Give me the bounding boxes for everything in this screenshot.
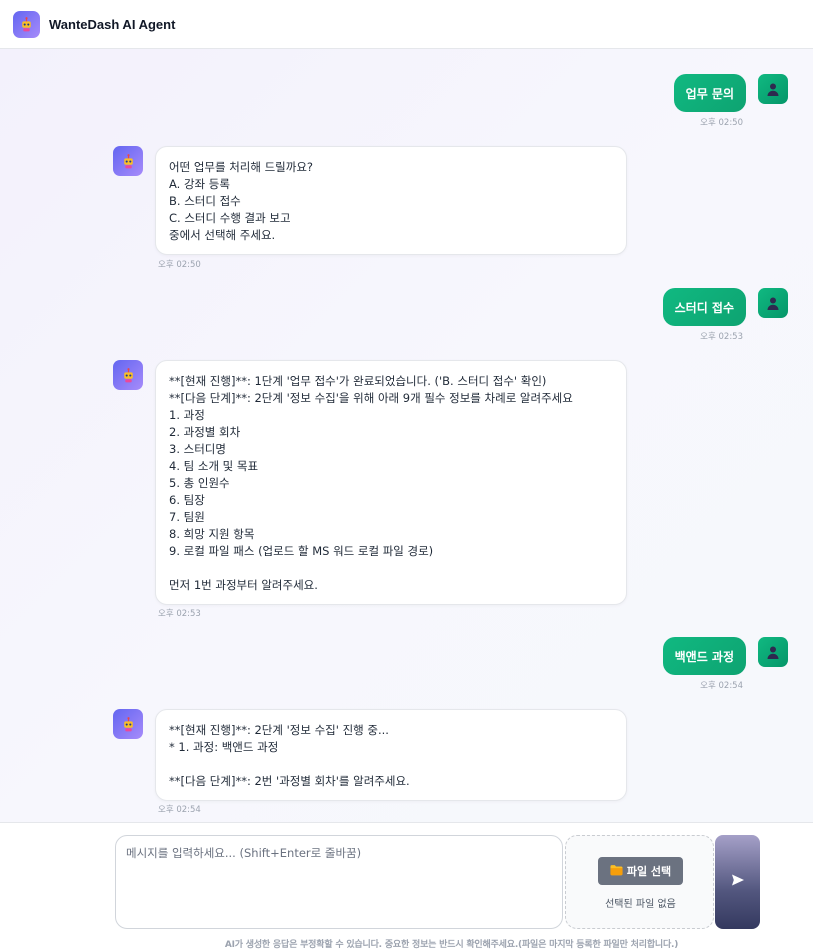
message-line: **[다음 단계]**: 2단계 '정보 수집'을 위해 아래 9개 필수 정보… (169, 391, 573, 405)
bot-message: **[현재 진행]**: 1단계 '업무 접수'가 완료되었습니다. ('B. … (155, 360, 627, 605)
message-timestamp: 오후 02:50 (700, 118, 743, 128)
bot-message: 어떤 업무를 처리해 드릴까요? A. 강좌 등록 B. 스터디 접수 C. 스… (155, 146, 627, 255)
message-line (169, 560, 614, 577)
message-line: C. 스터디 수행 결과 보고 (169, 211, 291, 225)
user-avatar-icon (758, 637, 788, 667)
send-button[interactable] (715, 835, 760, 929)
message-line: 4. 팀 소개 및 목표 (169, 459, 259, 473)
message-line: 8. 희망 지원 항목 (169, 527, 255, 541)
file-status-text: 선택된 파일 없음 (605, 899, 676, 910)
file-select-button[interactable]: 파일 선택 (598, 857, 683, 885)
message-line: **[현재 진행]**: 1단계 '업무 접수'가 완료되었습니다. ('B. … (169, 374, 547, 388)
message-line: 5. 총 인원수 (169, 476, 230, 490)
composer-footer: 파일 선택 선택된 파일 없음 AI가 생성한 응답은 부정확할 수 있습니다.… (0, 822, 813, 951)
message-line: * 1. 과정: 백앤드 과정 (169, 740, 279, 754)
message-line: 어떤 업무를 처리해 드릴까요? (169, 160, 314, 174)
folder-icon (610, 864, 623, 879)
send-icon (731, 873, 745, 891)
message-line: **[현재 진행]**: 2단계 '정보 수집' 진행 중... (169, 723, 389, 737)
bot-avatar-icon (113, 709, 143, 739)
file-drop-zone[interactable]: 파일 선택 선택된 파일 없음 (565, 835, 714, 929)
user-message: 백앤드 과정 (662, 637, 746, 675)
bot-message: **[현재 진행]**: 2단계 '정보 수집' 진행 중... * 1. 과정… (155, 709, 627, 801)
user-message: 업무 문의 (673, 74, 746, 112)
app-header: WanteDash AI Agent (0, 0, 813, 49)
message-line: 1. 과정 (169, 408, 205, 422)
message-line (169, 756, 614, 773)
chat-area[interactable]: 업무 문의 오후 02:50 어떤 업무를 처리해 드릴까요? A. 강좌 등록… (0, 49, 813, 822)
message-timestamp: 오후 02:50 (158, 260, 201, 270)
message-input[interactable] (115, 835, 563, 929)
message-line: B. 스터디 접수 (169, 194, 241, 208)
message-line: 7. 팀원 (169, 510, 205, 524)
app-title: WanteDash AI Agent (49, 16, 176, 32)
bot-avatar-icon (113, 146, 143, 176)
message-timestamp: 오후 02:53 (158, 609, 201, 619)
message-timestamp: 오후 02:54 (158, 805, 201, 815)
message-line: A. 강좌 등록 (169, 177, 230, 191)
robot-logo-icon (13, 10, 40, 38)
message-timestamp: 오후 02:53 (700, 332, 743, 342)
disclaimer-text: AI가 생성한 응답은 부정확할 수 있습니다. 중요한 정보는 반드시 확인해… (224, 940, 679, 950)
message-line: 6. 팀장 (169, 493, 205, 507)
file-select-label: 파일 선택 (626, 865, 672, 878)
message-line: 3. 스터디명 (169, 442, 226, 456)
message-line: 먼저 1번 과정부터 알려주세요. (169, 578, 318, 592)
message-timestamp: 오후 02:54 (700, 681, 743, 691)
message-line: **[다음 단계]**: 2번 '과정별 회차'를 알려주세요. (169, 774, 410, 788)
user-avatar-icon (758, 74, 788, 104)
user-avatar-icon (758, 288, 788, 318)
message-line: 2. 과정별 회차 (169, 425, 241, 439)
message-line: 9. 로컬 파일 패스 (업로드 할 MS 워드 로컬 파일 경로) (169, 544, 434, 558)
user-message: 스터디 접수 (662, 288, 746, 326)
message-line: 중에서 선택해 주세요. (169, 228, 276, 242)
bot-avatar-icon (113, 360, 143, 390)
